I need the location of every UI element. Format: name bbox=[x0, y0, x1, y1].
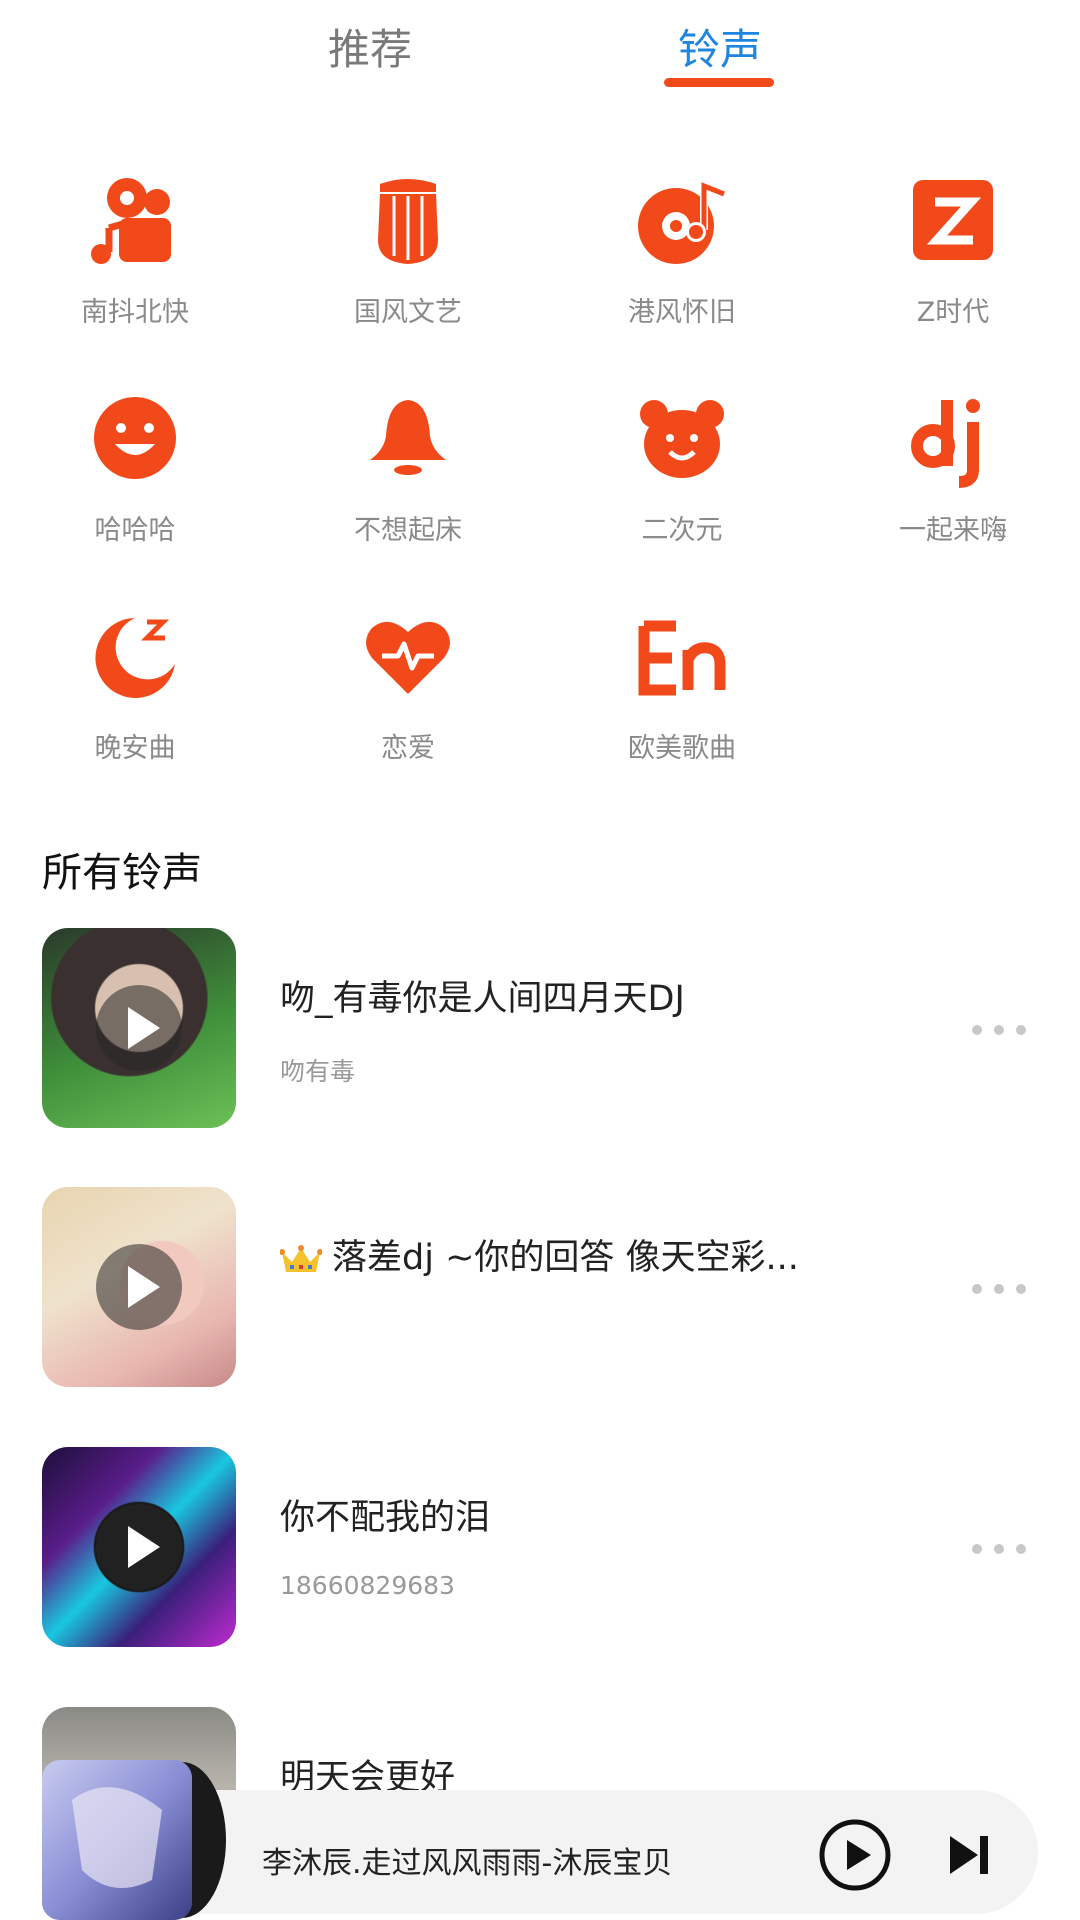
smile-icon bbox=[94, 397, 176, 479]
section-title: 所有铃声 bbox=[42, 850, 202, 896]
category-label: 欧美歌曲 bbox=[628, 733, 736, 764]
harp-icon bbox=[378, 179, 438, 264]
heart-pulse-icon bbox=[366, 621, 450, 694]
category-label: 国风文艺 bbox=[354, 297, 462, 328]
active-tab-indicator bbox=[664, 78, 774, 87]
category-item[interactable]: 一起来嗨 bbox=[843, 388, 1063, 588]
now-playing-title: 李沐辰.走过风风雨雨-沐辰宝贝 bbox=[262, 1846, 673, 1881]
bell-icon bbox=[370, 400, 446, 475]
vinyl-note-icon bbox=[638, 180, 726, 264]
category-item[interactable]: 港风怀旧 bbox=[572, 170, 792, 370]
category-label: 恋爱 bbox=[381, 733, 435, 764]
now-playing-cover[interactable] bbox=[42, 1760, 228, 1920]
more-options-icon[interactable] bbox=[972, 1023, 1032, 1037]
category-item[interactable]: 欧美歌曲 bbox=[572, 606, 792, 806]
song-artist: 18660829683 bbox=[280, 1571, 455, 1600]
play-circle-icon[interactable] bbox=[818, 1818, 892, 1892]
play-icon[interactable] bbox=[96, 985, 182, 1071]
en-icon bbox=[638, 620, 726, 696]
song-artist: 吻有毒 bbox=[280, 1057, 356, 1086]
song-row[interactable]: 你不配我的泪 18660829683 bbox=[0, 1447, 1080, 1647]
category-label: 南抖北快 bbox=[81, 297, 189, 328]
song-title: 你不配我的泪 bbox=[280, 1498, 491, 1538]
camera-music-icon bbox=[91, 178, 171, 264]
category-item[interactable]: 南抖北快 bbox=[25, 170, 245, 370]
song-title: 落差dj ~你的回答 像天空彩... bbox=[280, 1229, 799, 1280]
z-icon bbox=[913, 180, 993, 260]
category-item[interactable]: 晚安曲 bbox=[25, 606, 245, 806]
dj-icon bbox=[911, 399, 980, 488]
category-item[interactable]: 国风文艺 bbox=[298, 170, 518, 370]
category-item[interactable]: 哈哈哈 bbox=[25, 388, 245, 588]
category-label: 晚安曲 bbox=[94, 733, 176, 764]
song-row[interactable]: 吻_有毒你是人间四月天DJ 吻有毒 bbox=[0, 928, 1080, 1128]
play-icon[interactable] bbox=[96, 1504, 182, 1590]
song-row[interactable]: 落差dj ~你的回答 像天空彩... bbox=[0, 1187, 1080, 1387]
category-item[interactable]: 恋爱 bbox=[298, 606, 518, 806]
category-item[interactable]: 二次元 bbox=[572, 388, 792, 588]
category-label: 不想起床 bbox=[354, 515, 462, 546]
more-options-icon[interactable] bbox=[972, 1542, 1032, 1556]
play-icon[interactable] bbox=[96, 1244, 182, 1330]
category-label: 一起来嗨 bbox=[899, 515, 1007, 546]
crown-icon bbox=[280, 1245, 322, 1272]
category-item[interactable]: Z时代 bbox=[843, 170, 1063, 370]
category-label: Z时代 bbox=[916, 297, 990, 328]
bear-icon bbox=[640, 400, 724, 478]
song-cover[interactable] bbox=[42, 1447, 236, 1647]
category-item[interactable]: 不想起床 bbox=[298, 388, 518, 588]
category-label: 哈哈哈 bbox=[94, 515, 176, 546]
song-title: 吻_有毒你是人间四月天DJ bbox=[280, 979, 685, 1019]
song-title-text: 落差dj ~你的回答 像天空彩... bbox=[332, 1238, 799, 1278]
category-label: 港风怀旧 bbox=[628, 297, 736, 328]
skip-next-icon[interactable] bbox=[944, 1830, 994, 1880]
tab-ringtone[interactable]: 铃声 bbox=[678, 16, 762, 77]
more-options-icon[interactable] bbox=[972, 1282, 1032, 1296]
category-label: 二次元 bbox=[641, 515, 723, 546]
top-tab-bar: 推荐 铃声 bbox=[0, 0, 1080, 110]
moon-icon bbox=[95, 618, 175, 698]
song-cover[interactable] bbox=[42, 1187, 236, 1387]
tab-recommend[interactable]: 推荐 bbox=[328, 16, 412, 77]
song-cover[interactable] bbox=[42, 928, 236, 1128]
